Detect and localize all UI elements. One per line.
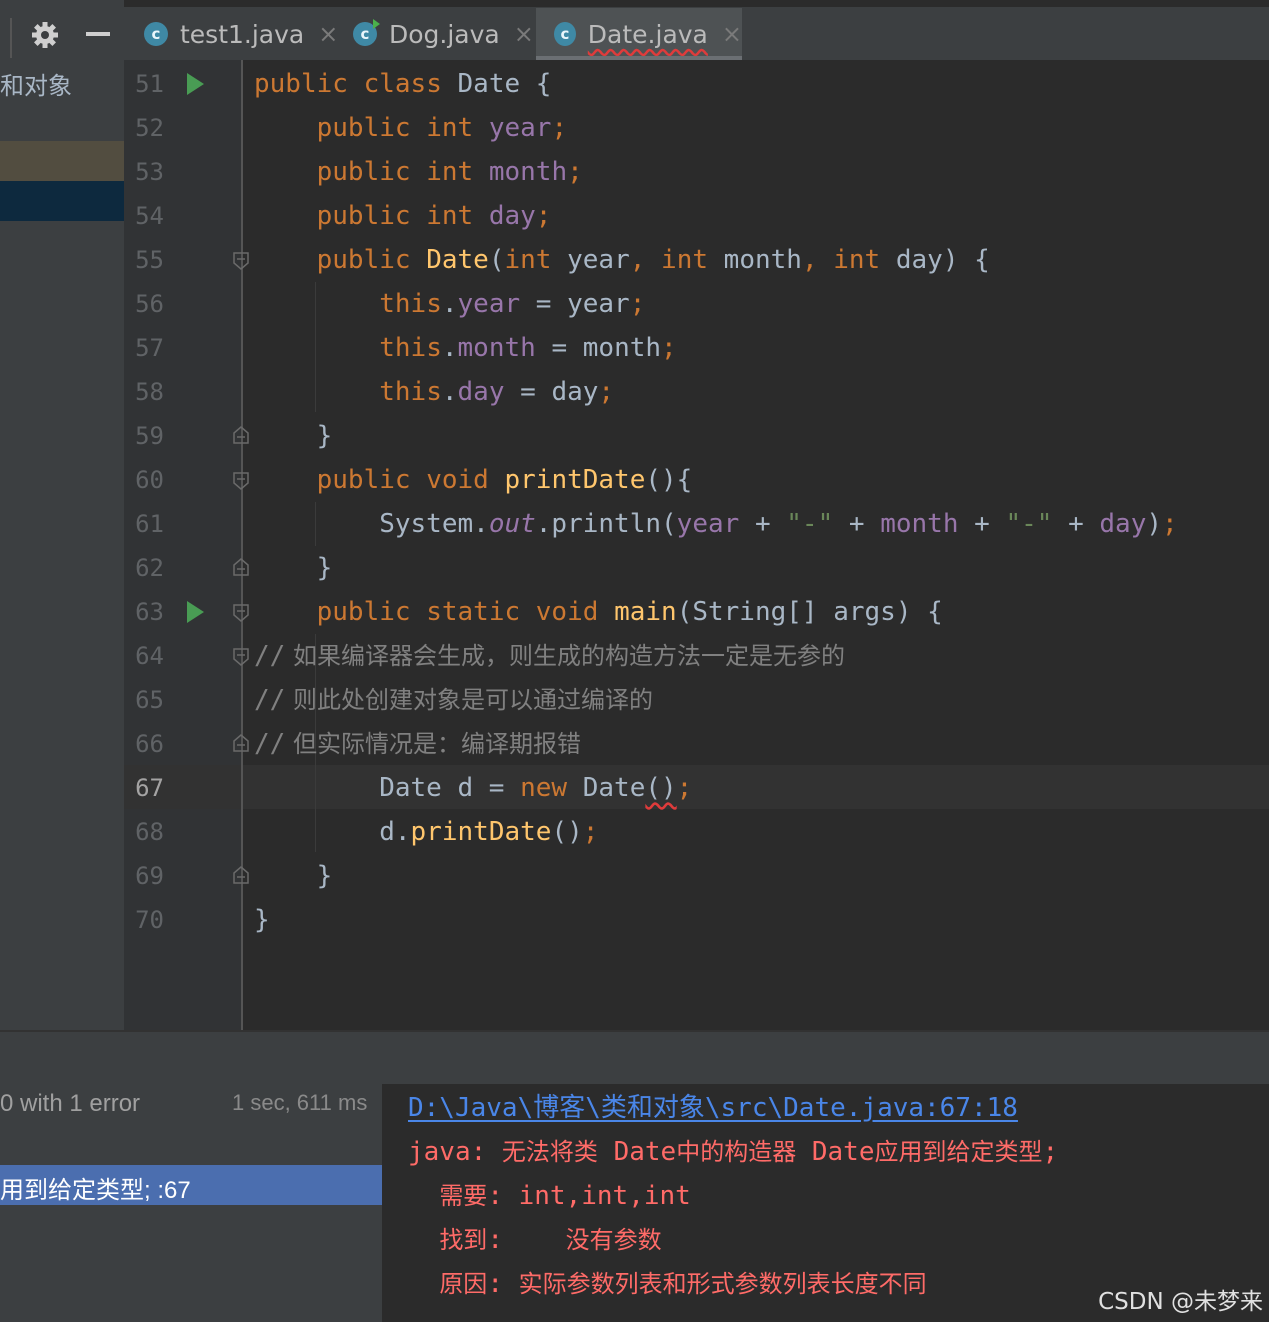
error-file-link[interactable]: D:\Java\博客\类和对象\src\Date.java:67:18 (408, 1086, 1018, 1130)
line-number: 65 (135, 686, 164, 714)
run-main-icon[interactable] (187, 601, 204, 623)
code-line[interactable]: this.year = year; (254, 282, 645, 326)
line-number: 55 (135, 246, 164, 274)
code-line[interactable]: public int year; (254, 106, 567, 150)
build-status[interactable]: 0 with 1 error (0, 1090, 140, 1118)
fold-open-icon[interactable] (233, 252, 249, 270)
code-line[interactable]: public int month; (254, 150, 583, 194)
fold-open-icon[interactable] (233, 472, 249, 490)
code-line[interactable]: } (254, 546, 333, 590)
line-number: 61 (135, 510, 164, 538)
code-line[interactable]: } (254, 854, 333, 898)
line-number: 58 (135, 378, 164, 406)
run-class-icon[interactable] (187, 73, 204, 95)
gutter-divider (241, 60, 243, 1030)
java-class-icon: c (554, 22, 576, 46)
code-line[interactable]: public Date(int year, int month, int day… (254, 238, 990, 282)
fold-open-icon[interactable] (233, 648, 249, 666)
tab-test1-java[interactable]: c test1.java × (144, 8, 338, 60)
code-line[interactable]: } (254, 414, 333, 458)
code-comment-line[interactable]: // 如果编译器会生成，则生成的构造方法一定是无参的 (254, 634, 845, 678)
code-line[interactable]: public class Date { (254, 62, 551, 106)
line-number: 69 (135, 862, 164, 890)
fold-open-icon[interactable] (233, 604, 249, 622)
code-line[interactable]: this.month = month; (254, 326, 676, 370)
line-number: 60 (135, 466, 164, 494)
code-line[interactable]: System.out.println(year + "-" + month + … (254, 502, 1177, 546)
line-number: 56 (135, 290, 164, 318)
code-line[interactable]: public int day; (254, 194, 552, 238)
project-tree-item-highlighted[interactable] (0, 141, 124, 181)
toolbar-separator (10, 18, 12, 58)
line-number: 57 (135, 334, 164, 362)
fold-close-icon[interactable] (233, 866, 249, 884)
error-reason: 原因: 实际参数列表和形式参数列表长度不同 (439, 1269, 927, 1299)
tab-label: test1.java (180, 19, 305, 49)
run-mark-icon (373, 19, 380, 29)
code-line[interactable]: public void printDate(){ (254, 458, 693, 502)
watermark: CSDN @未梦来 (1098, 1289, 1263, 1315)
tab-date-java[interactable]: c Date.java × (536, 8, 742, 60)
tab-label: Dog.java (389, 19, 500, 49)
code-line[interactable]: public static void main(String[] args) { (254, 590, 943, 634)
java-class-icon: c (144, 22, 168, 46)
tab-icon-letter: c (360, 25, 370, 43)
project-panel: 和对象 (0, 0, 124, 1030)
code-line[interactable]: } (254, 898, 270, 942)
line-number-current: 67 (135, 774, 164, 802)
line-number: 68 (135, 818, 164, 846)
build-tool-header (0, 1030, 1269, 1086)
error-found: 找到: 没有参数 (439, 1225, 662, 1255)
line-number: 70 (135, 906, 164, 934)
build-time: 1 sec, 611 ms (232, 1090, 368, 1115)
code-line[interactable]: this.day = day; (254, 370, 614, 414)
line-number: 53 (135, 158, 164, 186)
code-line[interactable]: d.printDate(); (254, 810, 598, 854)
java-class-runnable-icon: c (353, 19, 380, 46)
code-comment-line[interactable]: // 则此处创建对象是可以通过编译的 (254, 678, 653, 722)
error-message: java: 无法将类 Date中的构造器 Date应用到给定类型; (408, 1137, 1059, 1167)
line-number: 52 (135, 114, 164, 142)
line-number: 51 (135, 70, 164, 98)
code-comment-line[interactable]: // 但实际情况是：编译期报错 (254, 722, 581, 766)
line-number: 64 (135, 642, 164, 670)
close-icon[interactable]: × (722, 20, 742, 48)
build-error-item-label: 用到给定类型; :67 (0, 1177, 191, 1204)
line-number: 66 (135, 730, 164, 758)
gear-icon[interactable] (30, 20, 60, 50)
tab-label: Date.java (587, 19, 708, 49)
tab-dog-java[interactable]: c Dog.java × (353, 8, 534, 60)
line-number: 59 (135, 422, 164, 450)
close-icon[interactable]: × (514, 20, 534, 48)
line-number: 54 (135, 202, 164, 230)
fold-close-icon[interactable] (233, 734, 249, 752)
line-number: 63 (135, 598, 164, 626)
fold-close-icon[interactable] (233, 558, 249, 576)
project-tree-item[interactable]: 和对象 (0, 66, 72, 101)
project-toolbar (0, 8, 124, 60)
minus-icon[interactable] (86, 32, 110, 36)
line-number: 62 (135, 554, 164, 582)
code-line-error[interactable]: Date d = new Date(); (254, 766, 692, 810)
close-icon[interactable]: × (318, 20, 338, 48)
error-required: 需要: int,int,int (439, 1181, 691, 1211)
fold-close-icon[interactable] (233, 426, 249, 444)
project-tree-item-selected[interactable] (0, 181, 124, 221)
